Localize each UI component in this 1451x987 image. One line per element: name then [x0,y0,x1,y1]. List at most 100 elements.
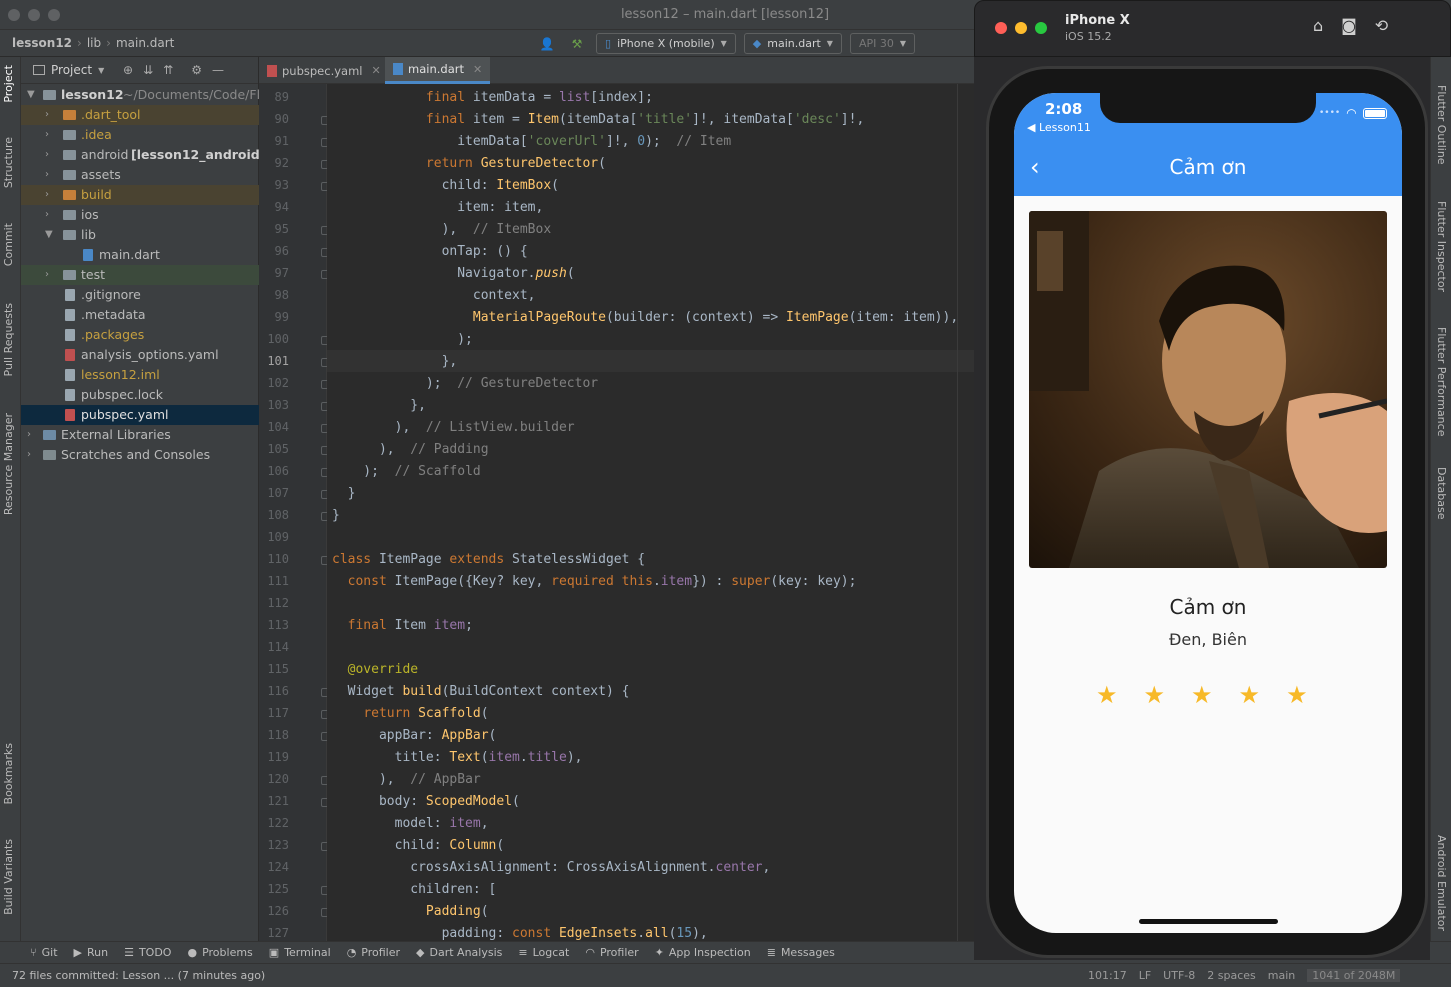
line-number: 118 [267,728,289,742]
breadcrumb-project[interactable]: lesson12 [12,36,72,50]
line-number: 111 [267,574,289,588]
tree-item[interactable]: › assets [21,165,259,185]
back-to-app[interactable]: ◀ Lesson11 [1027,121,1091,134]
breadcrumb: lesson12 › lib › main.dart [12,36,175,50]
tool-dart-analysis[interactable]: ◆ Dart Analysis [416,946,502,959]
line-separator[interactable]: LF [1139,969,1151,982]
status-message[interactable]: 72 files committed: Lesson ... (7 minute… [12,969,265,982]
tab-flutter-inspector[interactable]: Flutter Inspector [1435,201,1448,292]
tool-profiler[interactable]: ◔ Profiler [347,946,400,959]
tab-project[interactable]: Project [2,65,15,103]
home-indicator[interactable] [1139,919,1278,924]
tree-root[interactable]: ▼ lesson12 ~/Documents/Code/Fl [21,85,259,105]
screenshot-icon[interactable]: ◙ [1341,16,1357,35]
tree-item[interactable]: pubspec.lock [21,385,259,405]
star-icon[interactable]: ★ [1239,681,1261,709]
tab-database[interactable]: Database [1435,467,1448,520]
status-time: 2:08 [1045,100,1083,118]
line-number: 95 [274,222,289,236]
line-number: 119 [267,750,289,764]
iml-file-icon [65,369,75,381]
build-hammer-icon[interactable]: ⚒ [566,33,588,54]
tree-item[interactable]: › .dart_tool [21,105,259,125]
line-number: 106 [267,464,289,478]
tree-item[interactable]: › External Libraries [21,425,259,445]
tree-item[interactable]: › .idea [21,125,259,145]
line-number: 101 [267,354,289,368]
tool-run[interactable]: ▶ Run [74,946,109,959]
tab-pubspec-yaml[interactable]: pubspec.yaml ✕ [259,57,389,84]
tab-pull-requests[interactable]: Pull Requests [2,303,15,376]
tab-structure[interactable]: Structure [2,137,15,188]
indent-setting[interactable]: 2 spaces [1207,969,1256,982]
caret-position[interactable]: 101:17 [1088,969,1127,982]
tree-item[interactable]: .packages [21,325,259,345]
logcat-icon: ≡ [518,946,528,959]
gear-icon[interactable]: ⚙ [191,63,202,77]
breadcrumb-file[interactable]: main.dart [116,36,174,50]
wifi-icon: ◠ [1346,106,1357,120]
tree-item[interactable]: › android [lesson12_android] [21,145,259,165]
star-icon[interactable]: ★ [1191,681,1213,709]
folder-icon [63,270,76,280]
tab-flutter-outline[interactable]: Flutter Outline [1435,85,1448,165]
tool-app-inspection[interactable]: ✦ App Inspection [655,946,751,959]
tab-android-emulator[interactable]: Android Emulator [1435,835,1448,931]
star-icon[interactable]: ★ [1286,681,1308,709]
locate-icon[interactable]: ⊕ [123,63,133,77]
hide-icon[interactable]: — [212,63,224,77]
project-panel-title[interactable]: Project [51,63,92,77]
user-icon[interactable]: 👤 [536,33,558,54]
star-icon[interactable]: ★ [1144,681,1166,709]
tree-item[interactable]: ▼ lib [21,225,259,245]
file-encoding[interactable]: UTF-8 [1163,969,1195,982]
tree-item[interactable]: › test [21,265,259,285]
api-selector[interactable]: API 30 ▼ [849,33,916,54]
right-margin-guide [957,84,958,941]
tool-git[interactable]: ⑂ Git [30,946,58,959]
tree-item[interactable]: › Scratches and Consoles [21,445,259,465]
tool-profiler-2[interactable]: ◠ Profiler [585,946,638,959]
tab-main-dart[interactable]: main.dart ✕ [385,57,491,84]
tree-item[interactable]: .metadata [21,305,259,325]
tool-logcat[interactable]: ≡ Logcat [518,946,569,959]
code-editor[interactable]: final itemData = list[index]; final item… [327,84,986,941]
close-icon[interactable]: ✕ [371,64,380,77]
line-number-gutter: 89 90 91 92 93 94 95 96 97 98 99 100 101 102 103 104 105… [259,84,330,941]
collapse-all-icon[interactable]: ⇈ [163,63,173,77]
expand-all-icon[interactable]: ⇊ [143,63,153,77]
tree-item[interactable]: › ios [21,205,259,225]
tool-terminal[interactable]: ▣ Terminal [269,946,331,959]
tree-item[interactable]: main.dart [21,245,259,265]
phone-screen[interactable]: 2:08 ◀ Lesson11 •••• ◠ ‹ Cảm ơn Cảm ơn Đ… [1014,93,1402,933]
rotate-icon[interactable]: ⟲ [1375,16,1388,35]
tool-todo[interactable]: ☰ TODO [124,946,171,959]
device-selector[interactable]: ▯ iPhone X (mobile) ▼ [596,33,736,54]
home-icon[interactable]: ⌂ [1313,16,1323,35]
tool-problems[interactable]: ● Problems [187,946,252,959]
run-config-selector[interactable]: ◆ main.dart ▼ [743,33,842,54]
breadcrumb-lib[interactable]: lib [87,36,101,50]
tree-item[interactable]: pubspec.yaml [21,405,259,425]
simulator-window-controls[interactable] [995,22,1047,34]
tool-messages[interactable]: ≣ Messages [767,946,835,959]
line-number: 115 [267,662,289,676]
tree-item[interactable]: › build [21,185,259,205]
folder-icon [63,230,76,240]
tab-flutter-performance[interactable]: Flutter Performance [1435,327,1448,436]
tab-commit[interactable]: Commit [2,223,15,266]
line-number: 122 [267,816,289,830]
memory-indicator[interactable]: 1041 of 2048M [1307,969,1401,982]
tab-resource-manager[interactable]: Resource Manager [2,413,15,515]
tree-item[interactable]: lesson12.iml [21,365,259,385]
window-controls[interactable] [8,9,60,21]
tab-build-variants[interactable]: Build Variants [2,839,15,915]
close-icon[interactable]: ✕ [473,63,482,76]
git-branch[interactable]: main [1268,969,1295,982]
star-icon[interactable]: ★ [1096,681,1118,709]
tree-item[interactable]: analysis_options.yaml [21,345,259,365]
file-icon [65,389,75,401]
tree-item[interactable]: .gitignore [21,285,259,305]
list-icon: ☰ [124,946,134,959]
tab-bookmarks[interactable]: Bookmarks [2,743,15,804]
